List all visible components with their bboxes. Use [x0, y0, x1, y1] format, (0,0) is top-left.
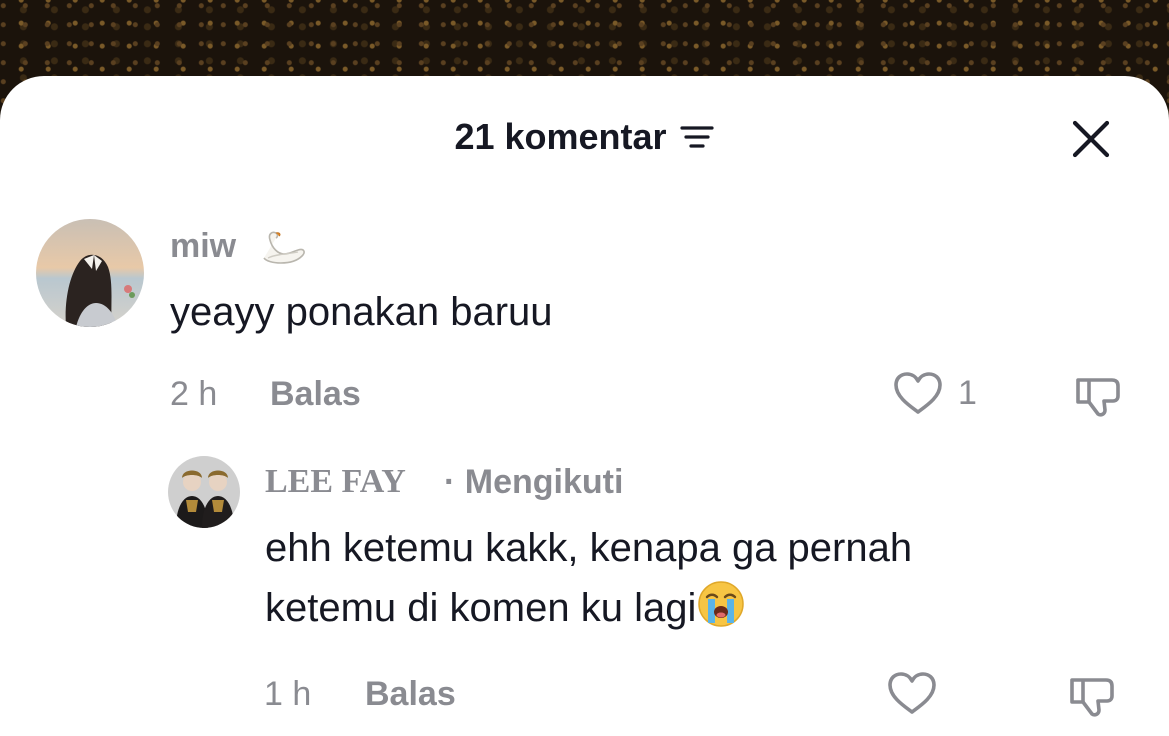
dislike-icon[interactable]	[1072, 372, 1126, 420]
dislike-icon[interactable]	[1066, 672, 1120, 720]
comment-username[interactable]: miw	[170, 226, 310, 268]
reply-button[interactable]: Balas	[365, 674, 456, 714]
like-count: 1	[958, 374, 977, 412]
like-button[interactable]: 1	[892, 370, 977, 416]
following-label: · Mengikuti	[444, 462, 623, 502]
avatar[interactable]	[36, 219, 144, 327]
following-status: Mengikuti	[464, 463, 624, 501]
comment-timestamp: 1 h	[264, 675, 312, 713]
comment-count-title: 21 komentar	[454, 116, 667, 157]
reply-button[interactable]: Balas	[270, 374, 361, 414]
like-button[interactable]	[886, 670, 952, 716]
separator-dot: ·	[444, 463, 456, 501]
comment-text: ehh ketemu kakk, kenapa ga pernah ketemu…	[265, 518, 1045, 638]
heart-icon	[894, 372, 942, 414]
loudly-crying-face-icon	[698, 581, 745, 627]
avatar[interactable]	[168, 456, 240, 528]
filter-icon[interactable]	[679, 122, 715, 152]
heart-icon	[888, 672, 936, 714]
comment-username[interactable]: LEE FAY	[265, 462, 406, 502]
comment-text: yeayy ponakan baruu	[170, 290, 553, 334]
close-icon[interactable]	[1068, 116, 1114, 162]
swan-emoji-icon	[262, 231, 305, 264]
comments-header: 21 komentar	[0, 116, 1169, 158]
comment-body: ehh ketemu kakk, kenapa ga pernah ketemu…	[265, 526, 913, 630]
comment-timestamp: 2 h	[170, 375, 218, 413]
